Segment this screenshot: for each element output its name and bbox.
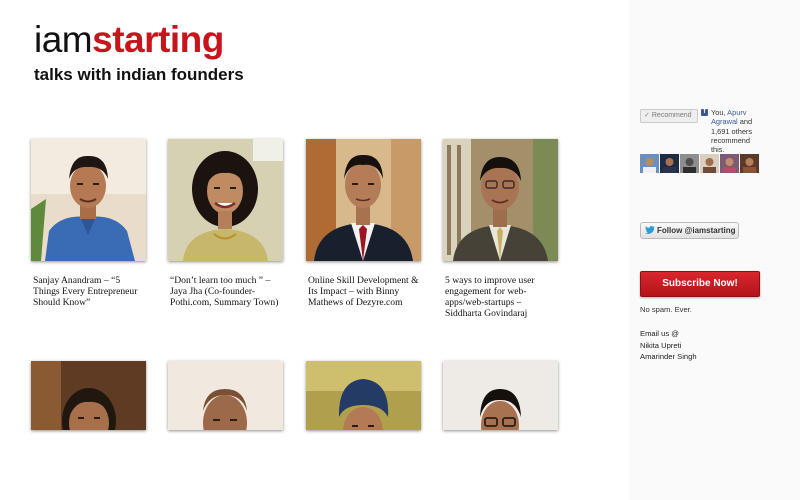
logo-text-bold: starting [92, 19, 224, 60]
site-logo[interactable]: iamstarting [34, 18, 224, 62]
post-card[interactable] [31, 361, 149, 444]
portrait-photo [443, 361, 558, 430]
logo-text-light: iam [34, 19, 93, 60]
post-card[interactable]: “Don’t learn too much ” – Jaya Jha (Co-f… [168, 139, 286, 308]
post-card[interactable] [306, 361, 424, 444]
post-card[interactable] [168, 361, 286, 444]
avatar[interactable] [640, 154, 659, 173]
facebook-recommend-button[interactable]: ✓ Recommend [640, 109, 698, 123]
checkmark-icon: ✓ [644, 112, 650, 119]
twitter-bird-icon [645, 226, 655, 234]
contact-name[interactable]: Nikita Upreti [640, 340, 697, 352]
facebook-social-text: You, Apurv Agrawal and 1,691 others reco… [711, 108, 765, 154]
email-label: Email us @ [640, 329, 679, 338]
portrait-photo [306, 361, 421, 430]
post-title[interactable]: 5 ways to improve user engagement for we… [443, 275, 557, 319]
post-title[interactable]: Sanjay Anandram – “5 Things Every Entrep… [31, 275, 145, 308]
post-thumbnail[interactable] [31, 139, 146, 261]
fb-prefix: You, [711, 108, 728, 117]
post-card[interactable] [443, 361, 561, 444]
avatar[interactable] [740, 154, 759, 173]
no-spam-note: No spam. Ever. [640, 305, 692, 314]
post-thumbnail[interactable] [443, 139, 558, 261]
post-thumbnail[interactable] [168, 139, 283, 261]
facebook-faces [640, 154, 762, 173]
subscribe-button[interactable]: Subscribe Now! [640, 271, 760, 297]
post-thumbnail[interactable] [168, 361, 283, 430]
post-title[interactable]: Online Skill Development & Its Impact – … [306, 275, 420, 308]
post-thumbnail[interactable] [31, 361, 146, 430]
avatar[interactable] [700, 154, 719, 173]
recommend-label: Recommend [651, 112, 692, 119]
post-card[interactable]: 5 ways to improve user engagement for we… [443, 139, 561, 319]
portrait-photo [168, 361, 283, 430]
post-thumbnail[interactable] [306, 361, 421, 430]
twitter-follow-button[interactable]: Follow @iamstarting [640, 222, 739, 239]
contact-name[interactable]: Amarinder Singh [640, 351, 697, 363]
contact-block: Email us @ Nikita Upreti Amarinder Singh [640, 328, 697, 363]
portrait-photo [443, 139, 558, 261]
avatar[interactable] [680, 154, 699, 173]
post-card[interactable]: Online Skill Development & Its Impact – … [306, 139, 424, 308]
right-column-background [629, 0, 800, 500]
facebook-icon: f [701, 109, 708, 116]
site-tagline: talks with indian founders [34, 65, 244, 84]
portrait-photo [306, 139, 421, 261]
post-thumbnail[interactable] [306, 139, 421, 261]
portrait-photo [168, 139, 283, 261]
post-title[interactable]: “Don’t learn too much ” – Jaya Jha (Co-f… [168, 275, 282, 308]
portrait-photo [31, 361, 146, 430]
follow-label: Follow @iamstarting [657, 226, 736, 235]
post-card[interactable]: Sanjay Anandram – “5 Things Every Entrep… [31, 139, 149, 308]
portrait-photo [31, 139, 146, 261]
post-thumbnail[interactable] [443, 361, 558, 430]
avatar[interactable] [660, 154, 679, 173]
avatar[interactable] [720, 154, 739, 173]
